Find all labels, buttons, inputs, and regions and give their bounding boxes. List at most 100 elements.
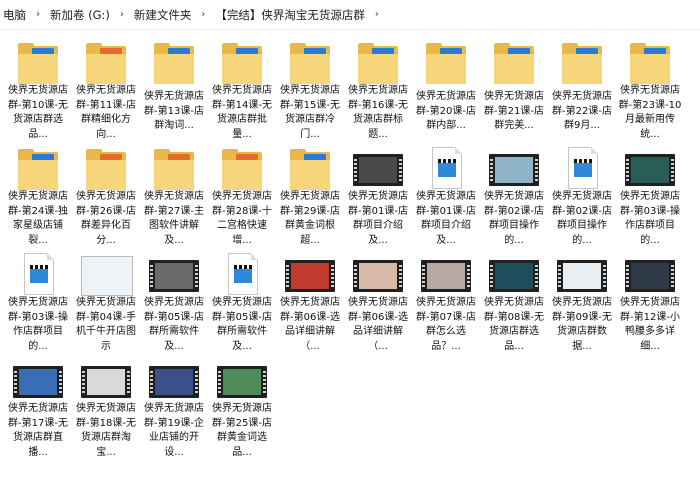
file-item[interactable]: 侠界无货源店群-第03课-操作店群项目的... — [616, 142, 684, 248]
folder-item[interactable]: 侠界无货源店群-第20课-店群内部... — [412, 36, 480, 142]
video-file-icon — [146, 252, 202, 292]
folder-icon — [622, 40, 678, 84]
file-name-label: 侠界无货源店群-第01课-店群项目介绍及... — [348, 191, 408, 246]
file-item[interactable]: 侠界无货源店群-第17课-无货源店群直播... — [4, 354, 72, 460]
file-name-label: 侠界无货源店群-第13课-店群淘词... — [144, 91, 204, 131]
file-item[interactable]: 侠界无货源店群-第08课-无货源店群选品... — [480, 248, 548, 354]
folder-icon — [10, 146, 66, 190]
folder-item[interactable]: 侠界无货源店群-第11课-店群精细化方向... — [72, 36, 140, 142]
address-bar: 电脑 › 新加卷 (G:) › 新建文件夹 › 【完结】侠界淘宝无货源店群 › — [0, 0, 700, 30]
folder-icon — [350, 40, 406, 84]
file-name-label: 侠界无货源店群-第07课-店群怎么选品？... — [416, 297, 476, 352]
folder-item[interactable]: 侠界无货源店群-第22课-店群9月... — [548, 36, 616, 142]
file-item[interactable]: 侠界无货源店群-第03课-操作店群项目的... — [4, 248, 72, 354]
file-name-label: 侠界无货源店群-第15课-无货源店群冷门... — [280, 85, 340, 140]
file-name-label: 侠界无货源店群-第24课-独家星级店铺裂... — [8, 191, 68, 246]
folder-icon — [146, 146, 202, 190]
video-file-icon — [486, 252, 542, 292]
file-name-label: 侠界无货源店群-第02课-店群项目操作的... — [484, 191, 544, 246]
video-file-icon — [78, 358, 134, 398]
folder-icon — [78, 40, 134, 84]
file-item[interactable]: 侠界无货源店群-第07课-店群怎么选品？... — [412, 248, 480, 354]
folder-icon — [214, 40, 270, 84]
file-name-label: 侠界无货源店群-第11课-店群精细化方向... — [76, 85, 136, 140]
folder-item[interactable]: 侠界无货源店群-第16课-无货源店群标题... — [344, 36, 412, 142]
folder-item[interactable]: 侠界无货源店群-第10课-无货源店群选品... — [4, 36, 72, 142]
video-file-icon — [10, 358, 66, 398]
file-name-label: 侠界无货源店群-第05课-店群所需软件及... — [212, 297, 272, 352]
file-name-label: 侠界无货源店群-第27课-主图软件讲解及... — [144, 191, 204, 246]
breadcrumb-item-current[interactable]: 【完结】侠界淘宝无货源店群 — [212, 7, 368, 23]
folder-icon — [418, 40, 474, 86]
file-name-label: 侠界无货源店群-第08课-无货源店群选品... — [484, 297, 544, 352]
folder-item[interactable]: 侠界无货源店群-第27课-主图软件讲解及... — [140, 142, 208, 248]
file-name-label: 侠界无货源店群-第20课-店群内部... — [416, 91, 476, 131]
folder-item[interactable]: 侠界无货源店群-第24课-独家星级店铺裂... — [4, 142, 72, 248]
file-item[interactable]: 侠界无货源店群-第12课-小鸭腰多多详细... — [616, 248, 684, 354]
video-file-icon — [214, 358, 270, 398]
file-item[interactable]: 侠界无货源店群-第05课-店群所需软件及... — [140, 248, 208, 354]
chevron-right-icon: › — [374, 9, 379, 20]
file-name-label: 侠界无货源店群-第03课-操作店群项目的... — [620, 191, 680, 246]
image-preview-icon — [78, 252, 134, 296]
file-item[interactable]: 侠界无货源店群-第18课-无货源店群淘宝... — [72, 354, 140, 460]
chevron-right-icon: › — [36, 9, 40, 20]
file-name-label: 侠界无货源店群-第09课-无货源店群数据... — [552, 297, 612, 352]
file-item[interactable]: 侠界无货源店群-第06课-选品详细讲解（... — [276, 248, 344, 354]
folder-item[interactable]: 侠界无货源店群-第28课-十二宫格快速增... — [208, 142, 276, 248]
file-item[interactable]: 侠界无货源店群-第25课-店群黄金词选品... — [208, 354, 276, 460]
video-file-icon — [622, 252, 678, 292]
file-name-label: 侠界无货源店群-第19课-企业店铺的开设... — [144, 403, 204, 458]
file-item[interactable]: 侠界无货源店群-第01课-店群项目介绍及... — [412, 142, 480, 248]
folder-icon — [282, 146, 338, 190]
media-file-icon — [554, 146, 610, 189]
file-name-label: 侠界无货源店群-第04课-手机千牛开店图示 — [76, 297, 136, 352]
file-name-label: 侠界无货源店群-第21课-店群完美... — [484, 91, 544, 131]
breadcrumb-item-computer[interactable]: 电脑 — [0, 7, 29, 23]
file-name-label: 侠界无货源店群-第02课-店群项目操作的... — [552, 191, 612, 246]
file-name-label: 侠界无货源店群-第03课-操作店群项目的... — [8, 297, 68, 352]
file-name-label: 侠界无货源店群-第01课-店群项目介绍及... — [416, 191, 476, 246]
video-file-icon — [282, 252, 338, 292]
file-name-label: 侠界无货源店群-第06课-选品详细讲解（... — [348, 297, 408, 352]
video-file-icon — [554, 252, 610, 292]
folder-item[interactable]: 侠界无货源店群-第15课-无货源店群冷门... — [276, 36, 344, 142]
video-file-icon — [486, 146, 542, 186]
file-item[interactable]: 侠界无货源店群-第02课-店群项目操作的... — [548, 142, 616, 248]
file-name-label: 侠界无货源店群-第16课-无货源店群标题... — [348, 85, 408, 140]
media-file-icon — [10, 252, 66, 295]
file-item[interactable]: 侠界无货源店群-第02课-店群项目操作的... — [480, 142, 548, 248]
video-file-icon — [418, 252, 474, 292]
folder-item[interactable]: 侠界无货源店群-第21课-店群完美... — [480, 36, 548, 142]
file-item[interactable]: 侠界无货源店群-第01课-店群项目介绍及... — [344, 142, 412, 248]
file-name-label: 侠界无货源店群-第23课-10月最新用传统... — [618, 85, 682, 140]
video-file-icon — [622, 146, 678, 186]
chevron-right-icon: › — [119, 9, 124, 20]
file-name-label: 侠界无货源店群-第18课-无货源店群淘宝... — [76, 403, 136, 458]
video-file-icon — [350, 146, 406, 186]
folder-icon — [214, 146, 270, 190]
file-item[interactable]: 侠界无货源店群-第05课-店群所需软件及... — [208, 248, 276, 354]
folder-item[interactable]: 侠界无货源店群-第14课-无货源店群批量... — [208, 36, 276, 142]
folder-icon — [554, 40, 610, 86]
file-name-label: 侠界无货源店群-第26课-店群差异化百分... — [76, 191, 136, 246]
file-item[interactable]: 侠界无货源店群-第06课-选品详细讲解（... — [344, 248, 412, 354]
file-item[interactable]: 侠界无货源店群-第09课-无货源店群数据... — [548, 248, 616, 354]
folder-item[interactable]: 侠界无货源店群-第26课-店群差异化百分... — [72, 142, 140, 248]
file-grid: 侠界无货源店群-第10课-无货源店群选品... 侠界无货源店群-第11课-店群精细… — [4, 36, 700, 460]
folder-icon — [282, 40, 338, 84]
file-item[interactable]: 侠界无货源店群-第19课-企业店铺的开设... — [140, 354, 208, 460]
file-item[interactable]: 侠界无货源店群-第04课-手机千牛开店图示 — [72, 248, 140, 354]
folder-icon — [146, 40, 202, 86]
breadcrumb-item-folder[interactable]: 新建文件夹 — [131, 7, 195, 23]
folder-item[interactable]: 侠界无货源店群-第13课-店群淘词... — [140, 36, 208, 142]
file-name-label: 侠界无货源店群-第29课-店群黄金词根超... — [280, 191, 340, 246]
chevron-right-icon: › — [201, 9, 206, 20]
folder-icon — [486, 40, 542, 86]
folder-item[interactable]: 侠界无货源店群-第29课-店群黄金词根超... — [276, 142, 344, 248]
file-name-label: 侠界无货源店群-第14课-无货源店群批量... — [212, 85, 272, 140]
folder-item[interactable]: 侠界无货源店群-第23课-10月最新用传统... — [616, 36, 684, 142]
file-name-label: 侠界无货源店群-第17课-无货源店群直播... — [8, 403, 68, 458]
file-name-label: 侠界无货源店群-第05课-店群所需软件及... — [144, 297, 204, 352]
breadcrumb-item-drive[interactable]: 新加卷 (G:) — [47, 7, 113, 23]
